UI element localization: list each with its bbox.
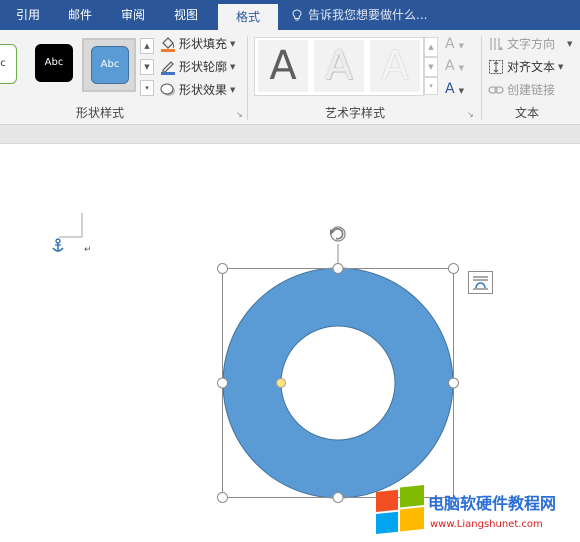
resize-handle-right[interactable] <box>448 377 459 389</box>
watermark-title: 电脑软硬件教程网 <box>428 494 556 513</box>
resize-handle-bottom-left[interactable] <box>217 492 228 503</box>
resize-handle-top-left[interactable] <box>217 263 228 274</box>
adjustment-handle[interactable] <box>276 378 286 388</box>
margin-corner-mark <box>59 213 83 238</box>
resize-handle-top-right[interactable] <box>448 263 459 274</box>
resize-handle-left[interactable] <box>217 377 228 389</box>
rotate-handle[interactable] <box>330 226 346 242</box>
layout-options-button[interactable] <box>468 271 493 294</box>
document-overlay: ↵ 电脑软硬件教程网 www.Liangshunet.com <box>52 213 556 534</box>
anchor-icon[interactable] <box>52 238 64 252</box>
resize-handle-bottom[interactable] <box>332 492 344 503</box>
donut-shape[interactable] <box>222 267 454 499</box>
watermark-url: www.Liangshunet.com <box>430 519 543 530</box>
resize-handle-top[interactable] <box>332 263 344 274</box>
paragraph-mark: ↵ <box>84 245 92 255</box>
watermark-logo <box>376 484 424 534</box>
